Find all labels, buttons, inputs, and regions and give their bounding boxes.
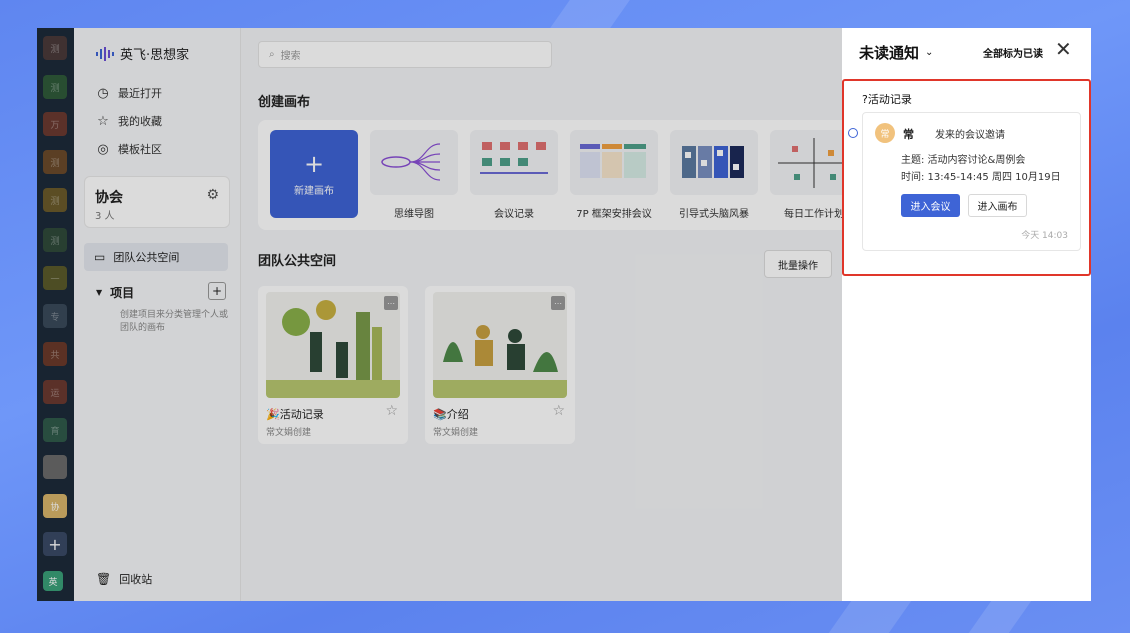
meeting-subject: 主题: 活动内容讨论&周例会 [901, 155, 1026, 166]
panel-title[interactable]: 未读通知 ⌄ [859, 42, 933, 63]
close-icon[interactable]: ✕ [1055, 38, 1072, 60]
mark-all-read-button[interactable]: 全部标为已读 [983, 45, 1043, 60]
modal-backdrop[interactable] [37, 28, 842, 601]
chevron-down-icon: ⌄ [925, 47, 934, 58]
join-meeting-button[interactable]: 进入会议 [901, 194, 960, 217]
unread-dot [848, 128, 858, 138]
notification-panel: 未读通知 ⌄ 全部标为已读 ✕ ?活动记录 常 常 发来的会议邀请 主题: 活动… [842, 28, 1091, 601]
meeting-time: 时间: 13:45-14:45 周四 10月19日 [901, 172, 1061, 183]
app-window: 测 测 万 测 测 测 一 专 共 运 育 协 + 英 英飞·思想家 ◷ 最近打… [37, 28, 1091, 601]
sender-name: 常 [903, 128, 914, 141]
avatar: 常 [875, 123, 895, 143]
notification-group-title: ?活动记录 [862, 93, 912, 106]
notification-timestamp: 今天 14:03 [1021, 231, 1068, 241]
open-canvas-button[interactable]: 进入画布 [968, 194, 1027, 217]
panel-title-text: 未读通知 [859, 44, 920, 62]
notification-card[interactable]: 常 常 发来的会议邀请 主题: 活动内容讨论&周例会 时间: 13:45-14:… [862, 112, 1081, 251]
notification-action: 发来的会议邀请 [935, 130, 1005, 141]
